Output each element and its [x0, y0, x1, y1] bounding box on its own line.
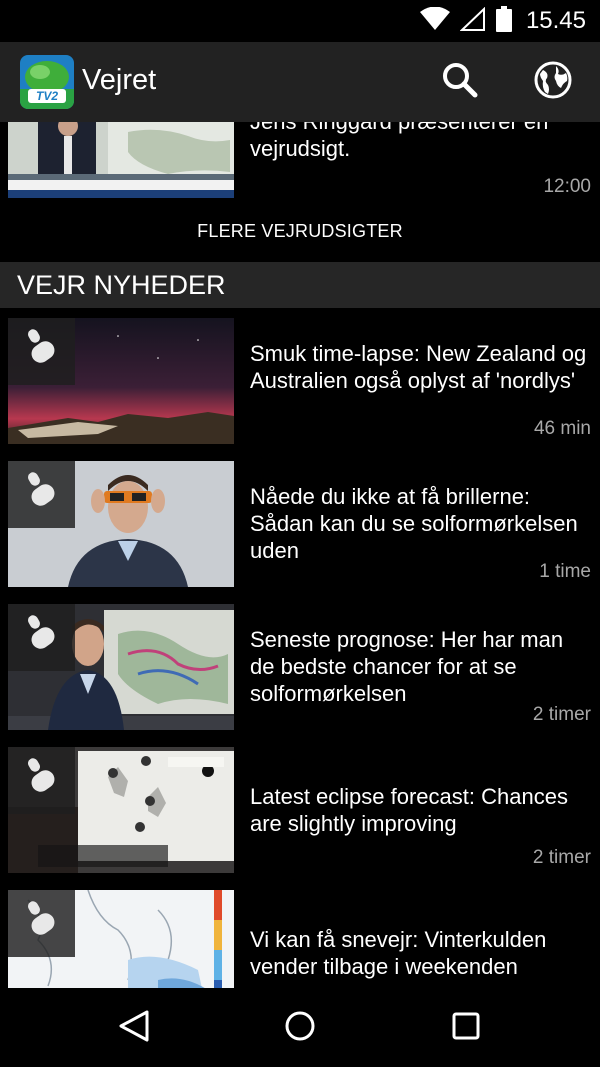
play-icon	[25, 470, 59, 519]
video-badge	[8, 318, 75, 385]
news-item[interactable]: Smuk time-lapse: New Zealand og Australi…	[0, 318, 600, 444]
back-button[interactable]	[112, 1006, 156, 1050]
news-item[interactable]: Latest eclipse forecast: Chances are sli…	[0, 747, 600, 873]
cell-signal-icon	[459, 6, 486, 36]
globe-button[interactable]	[531, 60, 575, 104]
news-time: 46 min	[533, 418, 591, 439]
back-icon	[117, 1008, 151, 1049]
news-item[interactable]: Seneste prognose: Her har man de bedste …	[0, 604, 600, 730]
news-thumbnail	[8, 461, 234, 587]
forecast-time: 12:00	[543, 176, 591, 197]
play-icon	[25, 327, 59, 376]
news-thumbnail	[8, 890, 234, 988]
app-bar: TV2 Vejret	[0, 42, 600, 122]
app-title: Vejret	[82, 64, 157, 96]
news-thumbnail	[8, 747, 234, 873]
news-item[interactable]: Vi kan få snevejr: Vinterkulden vender t…	[0, 890, 600, 988]
forecast-item[interactable]: Jens Ringgard præsenterer en vejrudsigt.…	[0, 122, 600, 200]
recents-icon	[451, 1011, 481, 1046]
recents-button[interactable]	[444, 1006, 488, 1050]
video-badge	[8, 890, 75, 957]
news-title: Seneste prognose: Her har man de bedste …	[250, 627, 564, 706]
home-icon	[283, 1009, 317, 1048]
home-button[interactable]	[278, 1006, 322, 1050]
news-thumbnail	[8, 604, 234, 730]
news-time: 2 timer	[532, 704, 591, 725]
forecast-title: Jens Ringgard præsenterer en vejrudsigt.	[250, 122, 548, 161]
search-icon	[442, 62, 478, 103]
status-bar: 15.45	[0, 0, 600, 42]
search-button[interactable]	[438, 60, 482, 104]
content-feed[interactable]: Jens Ringgard præsenterer en vejrudsigt.…	[0, 122, 600, 988]
news-title: Nåede du ikke at få brillerne: Sådan kan…	[250, 484, 578, 563]
play-icon	[25, 899, 59, 948]
navigation-bar	[0, 988, 600, 1067]
forecast-thumbnail	[8, 122, 234, 198]
news-title: Smuk time-lapse: New Zealand og Australi…	[250, 341, 587, 393]
svg-text:TV2: TV2	[36, 89, 58, 103]
globe-icon	[534, 61, 572, 104]
play-icon	[25, 613, 59, 662]
news-title: Vi kan få snevejr: Vinterkulden vender t…	[250, 927, 547, 979]
news-title: Latest eclipse forecast: Chances are sli…	[250, 784, 568, 836]
section-title: VEJR NYHEDER	[17, 270, 226, 300]
battery-icon	[495, 5, 512, 37]
news-time: 1 time	[539, 561, 591, 582]
app-logo: TV2	[20, 55, 74, 109]
status-icons: 15.45	[419, 0, 586, 42]
video-badge	[8, 461, 75, 528]
news-thumbnail	[8, 318, 234, 444]
wifi-icon	[419, 6, 450, 36]
status-time: 15.45	[525, 7, 586, 34]
section-header: VEJR NYHEDER	[0, 262, 600, 308]
video-badge	[8, 747, 75, 814]
video-badge	[8, 604, 75, 671]
news-item[interactable]: Nåede du ikke at få brillerne: Sådan kan…	[0, 461, 600, 587]
news-time: 2 timer	[532, 847, 591, 868]
play-icon	[25, 756, 59, 805]
more-forecasts-button[interactable]: FLERE VEJRUDSIGTER	[0, 200, 600, 262]
